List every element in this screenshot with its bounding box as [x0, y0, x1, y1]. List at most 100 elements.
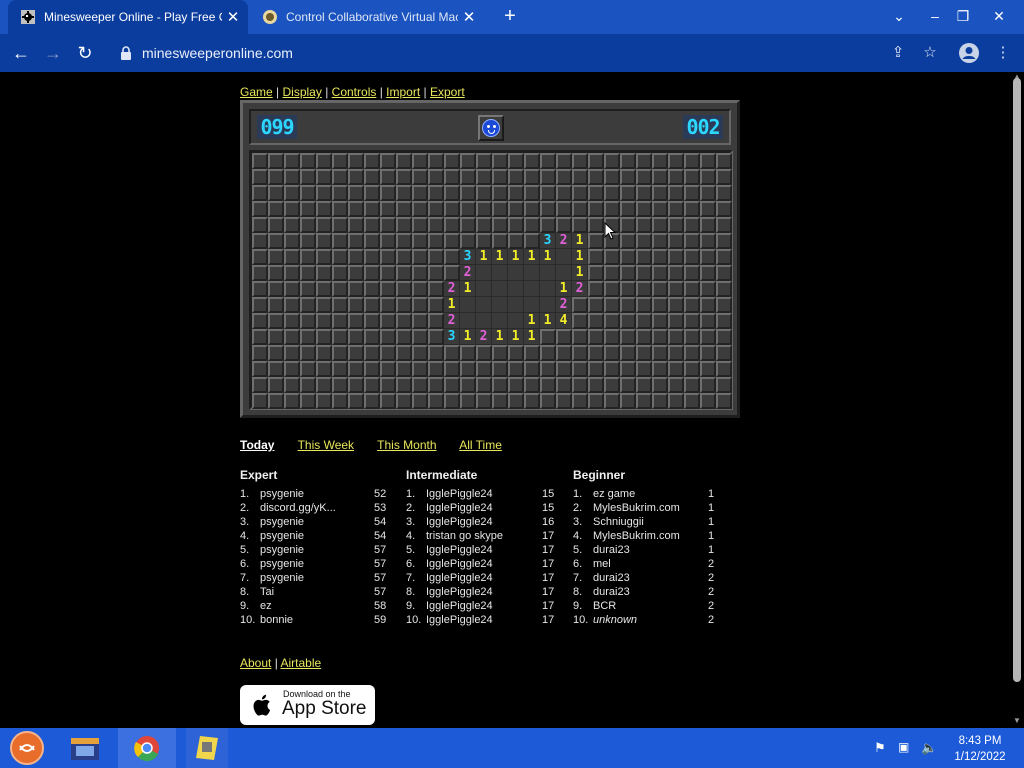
hidden-cell[interactable] [700, 361, 716, 377]
period-this-week[interactable]: This Week [298, 438, 354, 452]
hidden-cell[interactable] [588, 297, 604, 313]
empty-cell[interactable] [492, 281, 508, 297]
tab-vm[interactable]: Control Collaborative Virtual Machine ✕ [250, 0, 484, 34]
hidden-cell[interactable] [652, 361, 668, 377]
hidden-cell[interactable] [556, 361, 572, 377]
empty-cell[interactable] [476, 265, 492, 281]
hidden-cell[interactable] [620, 249, 636, 265]
hidden-cell[interactable] [620, 201, 636, 217]
hidden-cell[interactable] [348, 313, 364, 329]
hidden-cell[interactable] [380, 377, 396, 393]
hidden-cell[interactable] [444, 361, 460, 377]
hidden-cell[interactable] [588, 249, 604, 265]
menu-export[interactable]: Export [430, 85, 465, 99]
hidden-cell[interactable] [364, 233, 380, 249]
hidden-cell[interactable] [652, 217, 668, 233]
empty-cell[interactable] [460, 313, 476, 329]
hidden-cell[interactable] [588, 233, 604, 249]
hidden-cell[interactable] [652, 313, 668, 329]
hidden-cell[interactable] [684, 249, 700, 265]
hidden-cell[interactable] [268, 313, 284, 329]
hidden-cell[interactable] [396, 345, 412, 361]
hidden-cell[interactable] [332, 281, 348, 297]
hidden-cell[interactable] [652, 377, 668, 393]
hidden-cell[interactable] [604, 313, 620, 329]
hidden-cell[interactable] [332, 361, 348, 377]
hidden-cell[interactable] [460, 201, 476, 217]
hidden-cell[interactable] [268, 393, 284, 409]
hidden-cell[interactable] [300, 393, 316, 409]
hidden-cell[interactable] [300, 377, 316, 393]
hidden-cell[interactable] [588, 217, 604, 233]
hidden-cell[interactable] [364, 297, 380, 313]
hidden-cell[interactable] [428, 185, 444, 201]
hidden-cell[interactable] [460, 233, 476, 249]
hidden-cell[interactable] [252, 265, 268, 281]
hidden-cell[interactable] [412, 329, 428, 345]
hidden-cell[interactable] [684, 169, 700, 185]
hidden-cell[interactable] [460, 153, 476, 169]
hidden-cell[interactable] [700, 281, 716, 297]
period-all-time[interactable]: All Time [459, 438, 502, 452]
hidden-cell[interactable] [556, 217, 572, 233]
hidden-cell[interactable] [588, 265, 604, 281]
hidden-cell[interactable] [252, 201, 268, 217]
hidden-cell[interactable] [476, 153, 492, 169]
hidden-cell[interactable] [396, 313, 412, 329]
hidden-cell[interactable] [684, 281, 700, 297]
hidden-cell[interactable] [492, 153, 508, 169]
hidden-cell[interactable] [348, 281, 364, 297]
hidden-cell[interactable] [380, 329, 396, 345]
hidden-cell[interactable] [700, 233, 716, 249]
hidden-cell[interactable] [716, 233, 732, 249]
hidden-cell[interactable] [284, 297, 300, 313]
hidden-cell[interactable] [652, 169, 668, 185]
hidden-cell[interactable] [636, 233, 652, 249]
hidden-cell[interactable] [524, 185, 540, 201]
hidden-cell[interactable] [604, 201, 620, 217]
hidden-cell[interactable] [268, 249, 284, 265]
hidden-cell[interactable] [668, 249, 684, 265]
hidden-cell[interactable] [636, 329, 652, 345]
hidden-cell[interactable] [444, 233, 460, 249]
hidden-cell[interactable] [476, 361, 492, 377]
hidden-cell[interactable] [636, 169, 652, 185]
hidden-cell[interactable] [332, 185, 348, 201]
hidden-cell[interactable] [364, 249, 380, 265]
hidden-cell[interactable] [428, 265, 444, 281]
hidden-cell[interactable] [620, 377, 636, 393]
number-cell[interactable]: 1 [492, 249, 508, 265]
hidden-cell[interactable] [412, 313, 428, 329]
hidden-cell[interactable] [716, 393, 732, 409]
hidden-cell[interactable] [636, 393, 652, 409]
hidden-cell[interactable] [380, 153, 396, 169]
hidden-cell[interactable] [460, 217, 476, 233]
hidden-cell[interactable] [380, 233, 396, 249]
hidden-cell[interactable] [396, 233, 412, 249]
app-taskbar-icon[interactable] [186, 728, 228, 768]
hidden-cell[interactable] [428, 217, 444, 233]
hidden-cell[interactable] [332, 297, 348, 313]
hidden-cell[interactable] [300, 201, 316, 217]
hidden-cell[interactable] [380, 281, 396, 297]
hidden-cell[interactable] [556, 393, 572, 409]
empty-cell[interactable] [540, 281, 556, 297]
hidden-cell[interactable] [636, 297, 652, 313]
hidden-cell[interactable] [300, 233, 316, 249]
hidden-cell[interactable] [396, 153, 412, 169]
hidden-cell[interactable] [684, 153, 700, 169]
hidden-cell[interactable] [716, 217, 732, 233]
hidden-cell[interactable] [492, 393, 508, 409]
hidden-cell[interactable] [716, 249, 732, 265]
hidden-cell[interactable] [588, 153, 604, 169]
hidden-cell[interactable] [284, 185, 300, 201]
hidden-cell[interactable] [268, 361, 284, 377]
hidden-cell[interactable] [700, 169, 716, 185]
profile-icon[interactable] [958, 42, 980, 64]
hidden-cell[interactable] [508, 393, 524, 409]
hidden-cell[interactable] [716, 297, 732, 313]
hidden-cell[interactable] [700, 265, 716, 281]
number-cell[interactable]: 3 [444, 329, 460, 345]
number-cell[interactable]: 1 [556, 281, 572, 297]
hidden-cell[interactable] [252, 313, 268, 329]
